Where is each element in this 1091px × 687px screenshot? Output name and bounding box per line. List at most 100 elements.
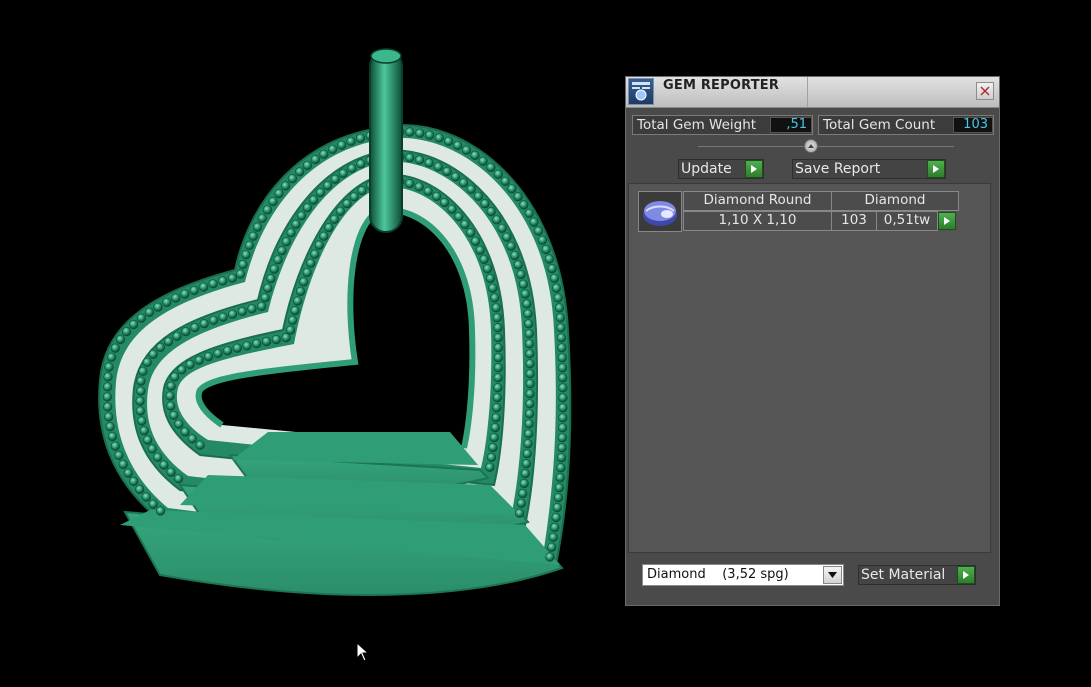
bead-gem-setting [405,179,415,189]
bead-gem-setting [356,159,366,169]
bead-gem-setting [555,313,565,323]
close-button[interactable] [976,82,994,100]
bead-gem-setting [556,453,567,463]
table-cell-weight[interactable]: 0,51tw [876,211,938,231]
bead-gem-setting [169,410,179,421]
chevron-down-icon[interactable] [823,566,842,584]
update-button[interactable]: Update [678,159,764,179]
green-play-arrow-icon[interactable] [957,566,975,584]
bead-gem-setting [493,373,503,383]
bead-gem-setting [547,542,557,552]
bead-gem-setting [493,383,503,393]
bead-gem-setting [507,184,517,194]
save-report-button[interactable]: Save Report [792,159,946,179]
bead-gem-setting [260,293,270,303]
bead-gem-setting [268,196,278,207]
bead-gem-setting [518,488,528,499]
diamond-gem-icon [638,191,682,232]
set-material-button[interactable]: Set Material [858,565,976,585]
bead-gem-setting [349,192,359,202]
bead-gem-setting [502,232,512,242]
splitter-line [698,146,954,147]
bead-gem-setting [471,236,481,246]
bead-gem-setting [323,181,333,191]
bead-gem-setting [460,219,470,229]
bead-gem-setting [173,474,184,484]
3d-viewport[interactable] [0,0,620,687]
splitter-handle[interactable] [804,139,818,153]
bead-gem-setting [521,459,532,469]
bead-gem-setting [238,259,248,270]
bead-gem-setting [491,413,501,423]
bead-gem-setting [519,478,529,489]
bead-gem-setting [423,186,433,196]
panel-titlebar[interactable]: GEM REPORTER [626,77,999,108]
table-cell-count[interactable]: 103 [831,211,877,231]
bead-gem-setting [525,379,535,389]
bead-gem-setting [290,306,300,316]
bead-gem-setting [241,250,251,260]
bead-gem-setting [138,366,148,376]
bead-gem-setting [129,319,139,330]
bead-gem-setting [488,283,498,293]
bead-gem-setting [440,197,450,208]
bead-gem-setting [135,396,145,406]
bead-gem-setting [295,286,306,297]
bead-gem-setting [142,357,152,367]
bead-gem-setting [558,373,568,383]
bead-gem-setting [309,195,319,205]
bead-gem-setting [208,279,218,289]
bead-gem-setting [163,336,174,347]
bead-gem-setting [121,327,132,337]
bead-gem-setting [286,228,296,238]
bead-gem-setting [549,273,560,283]
bead-gem-setting [524,329,534,339]
bead-gem-setting [247,304,257,314]
green-play-arrow-icon[interactable] [938,212,956,230]
bead-gem-setting [315,188,326,198]
bead-gem-setting [227,273,237,283]
bead-gem-setting [213,348,223,359]
bead-gem-setting [177,365,187,375]
bead-gem-setting [103,372,113,382]
bead-gem-setting [520,469,530,479]
bead-gem-setting [110,441,120,451]
bead-gem-setting [166,381,176,391]
bead-gem-setting [500,176,510,186]
table-cell-size[interactable]: 1,10 X 1,10 [683,211,832,231]
bead-gem-setting [493,363,503,373]
material-select[interactable]: Diamond (3,52 spg) [642,564,844,586]
bead-gem-setting [525,399,535,409]
bead-gem-setting [295,167,305,177]
bead-gem-setting [194,355,204,365]
bead-gem-setting [554,303,565,313]
bead-gem-setting [218,276,228,286]
set-material-button-label: Set Material [861,567,946,583]
bead-gem-setting [524,208,534,218]
bead-gem-setting [454,212,464,222]
bead-gem-setting [486,162,496,172]
bead-gem-setting [415,128,425,138]
bead-gem-setting [492,313,502,323]
bead-gem-setting [153,302,163,312]
bead-gem-setting [170,372,180,382]
bead-gem-setting [319,231,329,241]
bead-gem-setting [314,240,324,250]
bead-gem-setting [237,306,247,317]
total-gem-count-label: Total Gem Count [823,117,936,133]
green-play-arrow-icon[interactable] [927,160,945,178]
bead-gem-setting [557,433,567,443]
bead-gem-setting [514,508,525,518]
bead-gem-setting [516,498,526,508]
green-play-arrow-icon[interactable] [745,160,763,178]
bead-gem-setting [263,283,273,293]
bead-gem-setting [425,130,435,140]
bead-gem-setting [195,440,205,450]
bead-gem-setting [162,297,172,308]
bead-gem-setting [473,191,484,201]
bead-gem-setting [556,323,566,333]
bead-gem-setting [190,322,200,333]
gem-list[interactable] [628,183,991,553]
bead-gem-setting [486,452,497,463]
bead-gem-setting [482,264,493,274]
